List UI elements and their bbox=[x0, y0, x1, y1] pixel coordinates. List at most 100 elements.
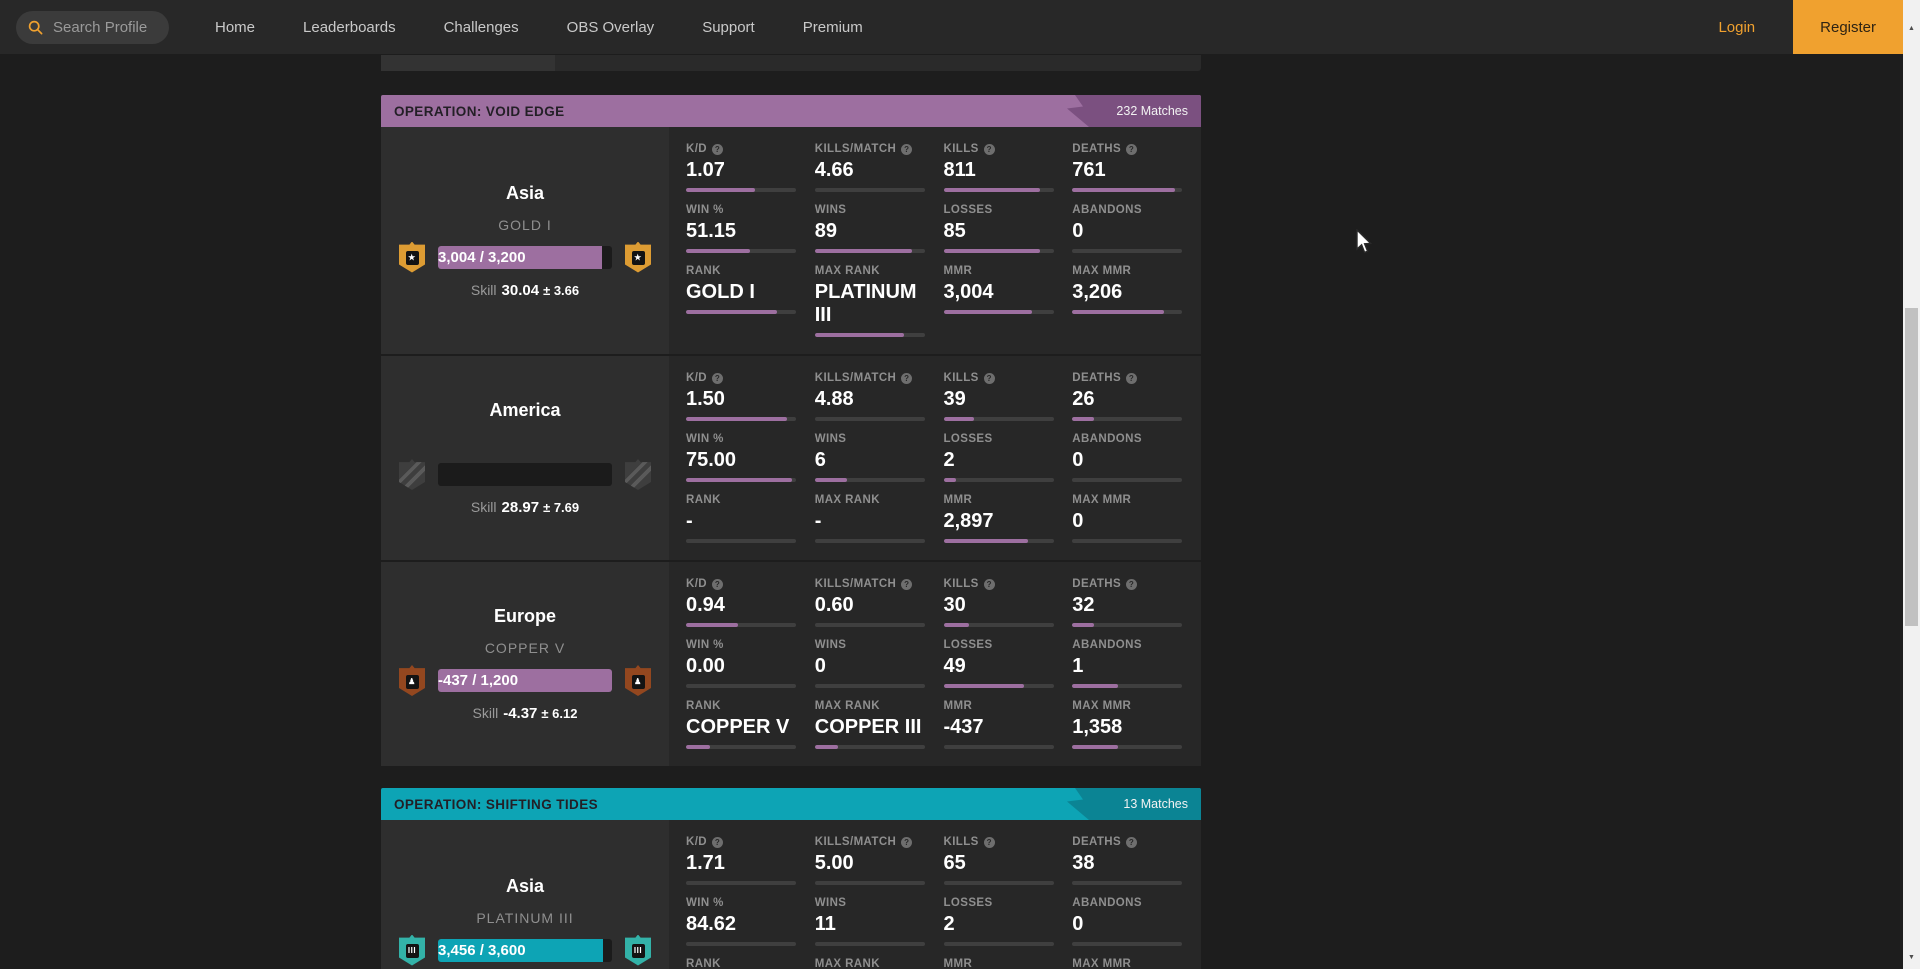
region-rank-label: PLATINUM III bbox=[476, 910, 573, 928]
skill-label: Skill bbox=[471, 282, 497, 298]
stat-label: MAX MMR bbox=[1072, 493, 1201, 508]
stat-cell: MAX MMR 3,206 bbox=[1072, 264, 1201, 337]
stat-label: KILLS/MATCH ? bbox=[815, 835, 944, 850]
stat-label: KILLS ? bbox=[944, 142, 1073, 157]
stat-value: 89 bbox=[815, 220, 939, 243]
rank-progress-row: ♟ -437 / 1,200 ♟ bbox=[399, 665, 651, 696]
stat-bar bbox=[686, 623, 796, 627]
stat-label-text: MAX RANK bbox=[815, 957, 880, 969]
stat-value: 39 bbox=[944, 388, 1068, 411]
rank-progress-row: III 3,456 / 3,600 III bbox=[399, 935, 651, 966]
scroll-up-arrow-icon[interactable] bbox=[1903, 24, 1920, 34]
nav-link-support[interactable]: Support bbox=[678, 19, 779, 36]
info-icon[interactable]: ? bbox=[984, 144, 995, 155]
register-button[interactable]: Register bbox=[1793, 0, 1903, 54]
info-icon[interactable]: ? bbox=[1126, 837, 1137, 848]
stat-cell: WINS 89 bbox=[815, 203, 944, 253]
stat-cell: DEATHS ? 26 bbox=[1072, 371, 1201, 421]
info-icon[interactable]: ? bbox=[984, 579, 995, 590]
stat-label: ABANDONS bbox=[1072, 896, 1201, 911]
stat-cell: WIN % 51.15 bbox=[686, 203, 815, 253]
search-profile-box[interactable] bbox=[16, 11, 169, 44]
rank-progress-bar: -437 / 1,200 bbox=[438, 669, 612, 692]
stat-label: KILLS/MATCH ? bbox=[815, 371, 944, 386]
region-row: Asia PLATINUM III III 3,456 / 3,600 III … bbox=[381, 820, 1201, 969]
stat-label: MAX RANK bbox=[815, 957, 944, 969]
info-icon[interactable]: ? bbox=[712, 579, 723, 590]
stat-cell: ABANDONS 0 bbox=[1072, 432, 1201, 482]
rank-badge-icon bbox=[399, 459, 425, 490]
scroll-down-arrow-icon[interactable] bbox=[1903, 953, 1920, 963]
rank-badge-icon: ★ bbox=[399, 242, 425, 273]
nav-link-premium[interactable]: Premium bbox=[779, 19, 887, 36]
nav-link-obs-overlay[interactable]: OBS Overlay bbox=[543, 19, 679, 36]
stat-bar-fill bbox=[686, 188, 755, 192]
info-icon[interactable]: ? bbox=[712, 373, 723, 384]
stat-bar-fill bbox=[815, 249, 912, 253]
stat-value: 761 bbox=[1072, 159, 1196, 182]
region-rows: Asia GOLD I ★ 3,004 / 3,200 ★ Skill30.04… bbox=[381, 127, 1201, 766]
info-icon[interactable]: ? bbox=[984, 373, 995, 384]
stat-value: 3,004 bbox=[944, 281, 1068, 304]
rank-progress-text: 3,004 / 3,200 bbox=[438, 249, 526, 266]
info-icon[interactable]: ? bbox=[984, 837, 995, 848]
scrollbar-thumb[interactable] bbox=[1905, 308, 1918, 626]
previous-section-left-panel bbox=[381, 55, 555, 71]
login-link[interactable]: Login bbox=[1680, 19, 1793, 36]
stat-value: GOLD I bbox=[686, 281, 810, 304]
info-icon[interactable]: ? bbox=[901, 373, 912, 384]
stat-value: 0 bbox=[1072, 220, 1196, 243]
info-icon[interactable]: ? bbox=[1126, 373, 1137, 384]
stat-cell: RANK GOLD I bbox=[686, 264, 815, 337]
stat-bar-fill bbox=[1072, 684, 1118, 688]
search-input[interactable] bbox=[51, 18, 157, 37]
info-icon[interactable]: ? bbox=[901, 144, 912, 155]
stat-bar-fill bbox=[815, 745, 838, 749]
stat-label-text: ABANDONS bbox=[1072, 896, 1142, 911]
stat-label: MAX RANK bbox=[815, 264, 944, 279]
stat-label-text: MAX MMR bbox=[1072, 264, 1131, 279]
stat-value: 1.07 bbox=[686, 159, 810, 182]
stat-bar bbox=[815, 478, 925, 482]
info-icon[interactable]: ? bbox=[901, 579, 912, 590]
rank-badge-icon: ♟ bbox=[625, 665, 651, 696]
stat-label: DEATHS ? bbox=[1072, 577, 1201, 592]
stat-value: 1.50 bbox=[686, 388, 810, 411]
stat-label-text: KILLS bbox=[944, 142, 979, 157]
stat-label-text: KILLS/MATCH bbox=[815, 142, 896, 157]
stat-value: 51.15 bbox=[686, 220, 810, 243]
info-icon[interactable]: ? bbox=[901, 837, 912, 848]
stat-value: 6 bbox=[815, 449, 939, 472]
stat-bar bbox=[815, 942, 925, 946]
nav-link-home[interactable]: Home bbox=[191, 19, 279, 36]
stat-value: 84.62 bbox=[686, 913, 810, 936]
rank-progress-bar: 3,456 / 3,600 bbox=[438, 939, 612, 962]
skill-uncertainty: ± 3.66 bbox=[543, 283, 579, 298]
info-icon[interactable]: ? bbox=[1126, 144, 1137, 155]
nav-link-leaderboards[interactable]: Leaderboards bbox=[279, 19, 420, 36]
skill-value: 28.97 bbox=[502, 499, 540, 516]
info-icon[interactable]: ? bbox=[712, 144, 723, 155]
stat-cell: MAX RANK PLATINUM III bbox=[815, 264, 944, 337]
stat-bar bbox=[1072, 623, 1182, 627]
stat-cell: MAX MMR 0 bbox=[1072, 493, 1201, 543]
stat-value: COPPER III bbox=[815, 716, 939, 739]
stat-bar-fill bbox=[944, 188, 1041, 192]
info-icon[interactable]: ? bbox=[1126, 579, 1137, 590]
skill-label: Skill bbox=[473, 705, 499, 721]
stat-bar-fill bbox=[686, 623, 738, 627]
stat-label-text: MAX RANK bbox=[815, 493, 880, 508]
search-icon bbox=[28, 20, 43, 35]
stat-cell: ABANDONS 0 bbox=[1072, 203, 1201, 253]
stat-label: DEATHS ? bbox=[1072, 835, 1201, 850]
stat-label-text: KILLS bbox=[944, 577, 979, 592]
scrollbar[interactable] bbox=[1903, 0, 1920, 969]
stat-bar bbox=[1072, 249, 1182, 253]
stats-grid: K/D ? 1.07 KILLS/MATCH ? 4.66 KILLS ? 81… bbox=[669, 127, 1201, 354]
region-name: Asia bbox=[506, 876, 544, 897]
operation-title: OPERATION: VOID EDGE bbox=[381, 104, 565, 119]
stat-cell: MAX MMR 3,456 bbox=[1072, 957, 1201, 969]
stat-bar bbox=[1072, 539, 1182, 543]
info-icon[interactable]: ? bbox=[712, 837, 723, 848]
nav-link-challenges[interactable]: Challenges bbox=[420, 19, 543, 36]
